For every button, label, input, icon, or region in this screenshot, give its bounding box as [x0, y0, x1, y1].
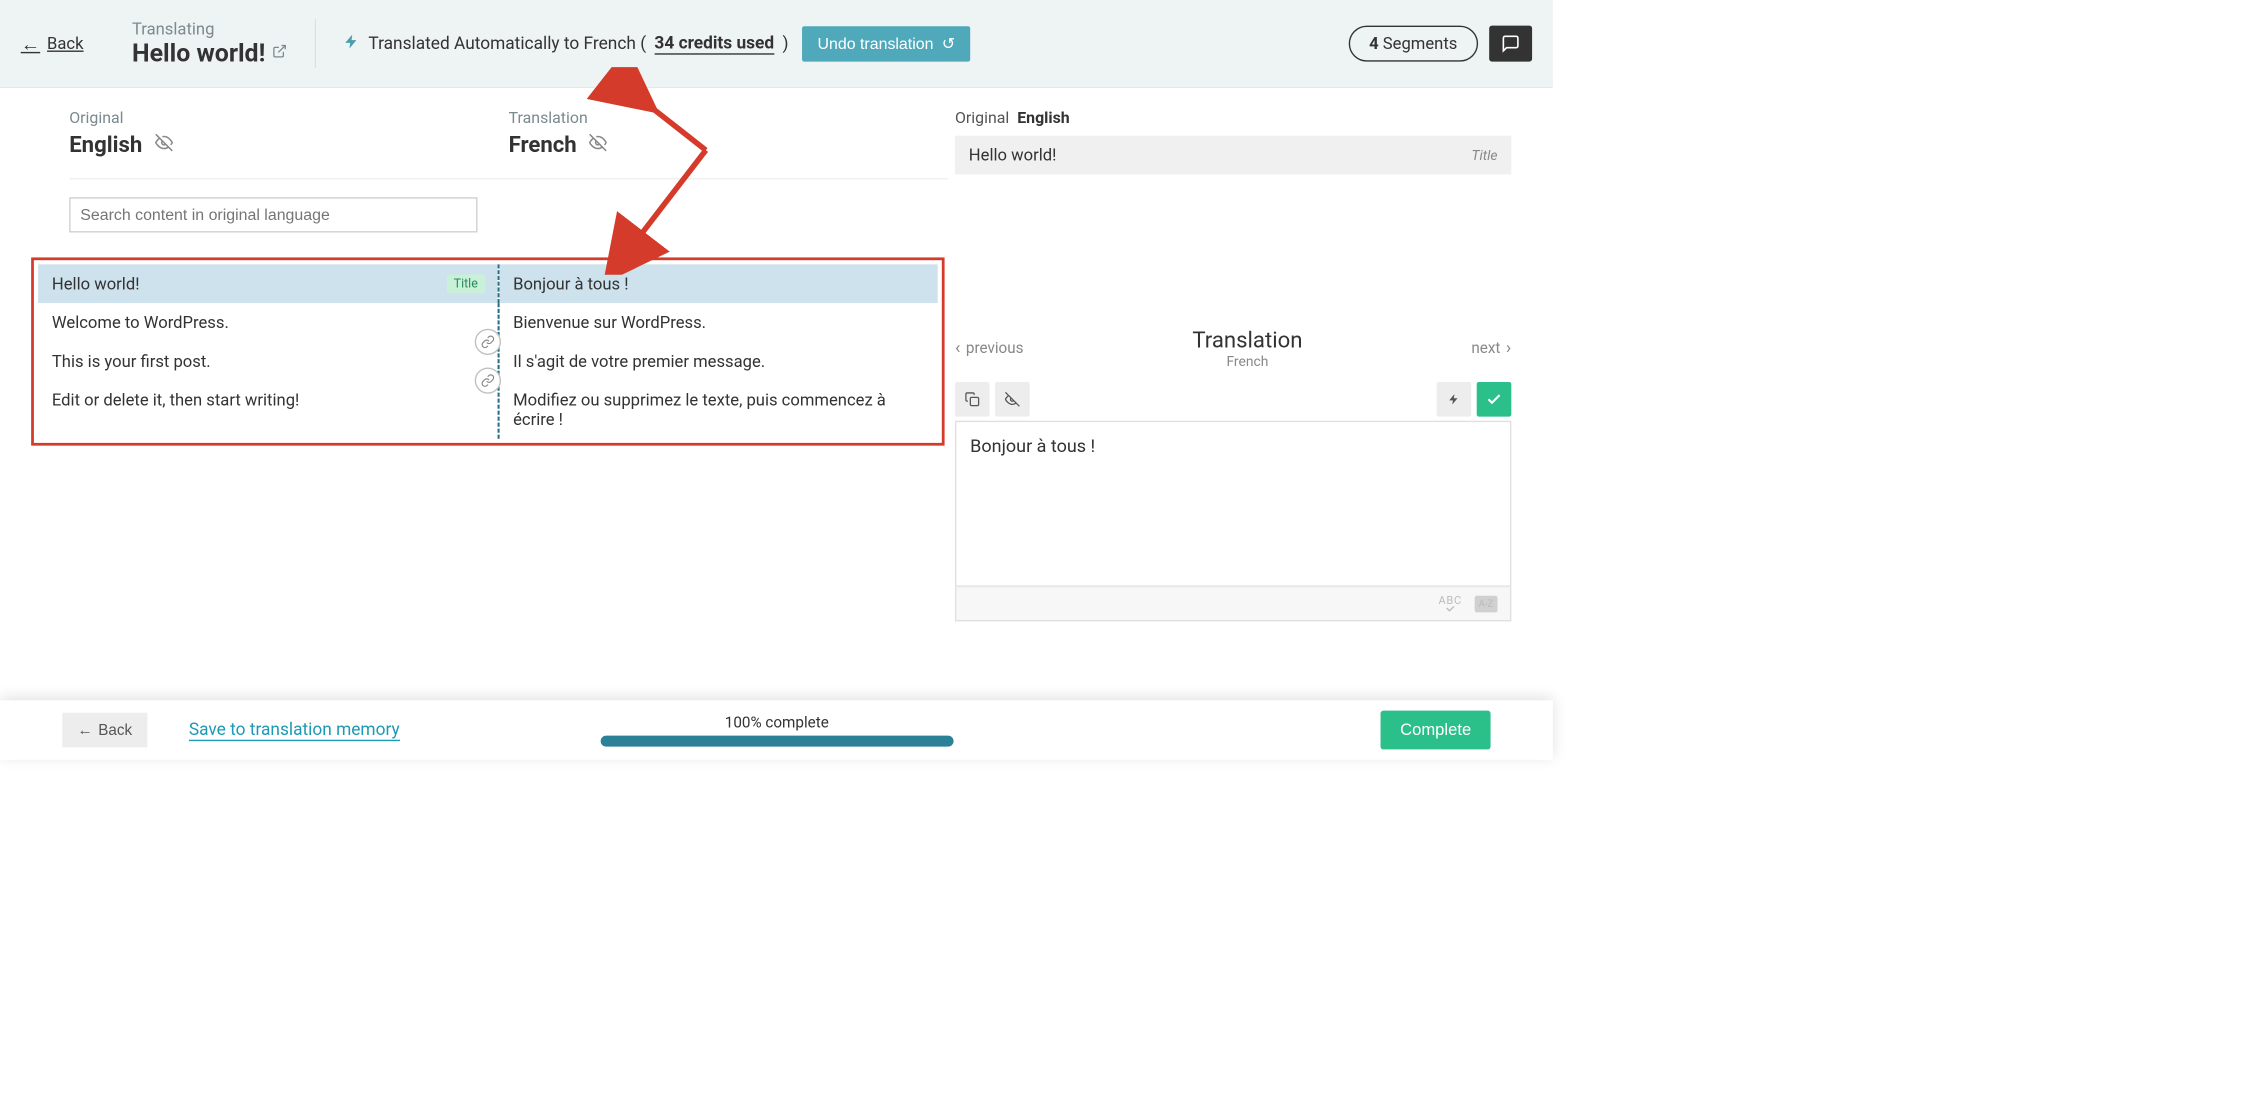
- back-link[interactable]: ← Back: [21, 32, 84, 55]
- translation-textarea[interactable]: Bonjour à tous !: [955, 421, 1511, 587]
- eye-off-icon[interactable]: [589, 134, 607, 156]
- title-text: Hello world!: [132, 39, 265, 68]
- next-button[interactable]: next ›: [1471, 338, 1511, 359]
- accept-button[interactable]: [1477, 382, 1512, 417]
- link-icon[interactable]: [475, 329, 501, 355]
- credits-used: 34 credits used: [654, 33, 774, 54]
- translation-heading-block: Translation French: [1023, 327, 1471, 370]
- eye-off-icon[interactable]: [155, 134, 173, 156]
- progress-label: 100% complete: [725, 714, 829, 731]
- segments-pill[interactable]: 4 Segments: [1348, 26, 1478, 62]
- footer-back-label: Back: [98, 721, 132, 739]
- segment-original: Edit or delete it, then start writing!: [38, 381, 497, 439]
- auto-msg-prefix: Translated Automatically to French (: [368, 34, 646, 54]
- progress-bar: [600, 735, 953, 746]
- segments-label: Segments: [1383, 34, 1458, 53]
- original-text-box: Hello world! Title: [955, 136, 1511, 175]
- original-text: Hello world!: [969, 145, 1057, 164]
- footer-back-button[interactable]: ← Back: [62, 713, 147, 748]
- original-lang-header: Original English: [69, 109, 508, 158]
- header-bar: ← Back Translating Hello world! Translat…: [0, 0, 1553, 88]
- segment-row[interactable]: Welcome to WordPress.Bienvenue sur WordP…: [38, 303, 938, 342]
- right-panel: Original English Hello world! Title ‹ pr…: [948, 109, 1553, 701]
- arrow-left-icon: ←: [78, 721, 93, 739]
- progress-wrap: 100% complete: [600, 714, 953, 747]
- segment-translation: Modifiez ou supprimez le texte, puis com…: [499, 381, 937, 439]
- title-block: Translating Hello world!: [132, 19, 316, 67]
- chat-button[interactable]: [1489, 26, 1532, 62]
- bolt-icon[interactable]: [1437, 382, 1472, 417]
- original-lang: English: [69, 131, 142, 157]
- complete-button[interactable]: Complete: [1381, 711, 1491, 750]
- bolt-icon: [344, 32, 361, 55]
- page-title: Hello world!: [132, 39, 287, 68]
- segment-translation: Il s'agit de votre premier message.: [499, 342, 937, 381]
- eye-off-icon[interactable]: [995, 382, 1030, 417]
- title-tag: Title: [1471, 147, 1497, 164]
- segment-original: This is your first post.: [38, 342, 497, 381]
- next-label: next: [1471, 339, 1500, 356]
- undo-label: Undo translation: [818, 34, 934, 53]
- segments-count: 4: [1369, 34, 1379, 53]
- segment-original: Welcome to WordPress.: [38, 303, 497, 342]
- translation-heading-lang: French: [1023, 353, 1471, 370]
- search-input[interactable]: [69, 197, 477, 232]
- segment-translation: Bonjour à tous !: [499, 264, 937, 303]
- glossary-icon[interactable]: A-Z: [1474, 595, 1497, 612]
- left-panel: Original English Translation French: [0, 109, 948, 701]
- translation-lang-header: Translation French: [509, 109, 948, 158]
- previous-button[interactable]: ‹ previous: [955, 338, 1023, 359]
- right-original-label: Original English: [955, 109, 1511, 128]
- spellcheck-icon[interactable]: ABC: [1439, 596, 1462, 611]
- arrow-left-icon: ←: [21, 32, 40, 55]
- translation-label: Translation: [509, 109, 948, 128]
- title-badge: Title: [447, 274, 485, 293]
- back-label: Back: [47, 34, 83, 53]
- undo-translation-button[interactable]: Undo translation ↺: [802, 26, 970, 61]
- copy-icon[interactable]: [955, 382, 990, 417]
- title-overline: Translating: [132, 19, 287, 38]
- translation-heading: Translation: [1023, 327, 1471, 353]
- chevron-right-icon: ›: [1506, 338, 1511, 359]
- right-original-lang: English: [1017, 109, 1069, 128]
- auto-translate-message: Translated Automatically to French ( 34 c…: [344, 32, 789, 55]
- link-icon[interactable]: [475, 367, 501, 393]
- external-link-icon[interactable]: [272, 44, 287, 63]
- auto-msg-suffix: ): [782, 34, 788, 54]
- save-translation-memory-link[interactable]: Save to translation memory: [189, 719, 400, 740]
- footer-bar: ← Back Save to translation memory 100% c…: [0, 700, 1553, 760]
- undo-icon: ↺: [942, 34, 955, 53]
- previous-label: previous: [966, 339, 1024, 356]
- segment-translation: Bienvenue sur WordPress.: [499, 303, 937, 342]
- editor-footer: ABC A-Z: [955, 587, 1511, 622]
- chevron-left-icon: ‹: [955, 338, 960, 359]
- segments-box: Hello world!TitleBonjour à tous !Welcome…: [31, 257, 944, 445]
- segment-row[interactable]: Hello world!TitleBonjour à tous !: [38, 264, 938, 303]
- translation-lang: French: [509, 131, 577, 157]
- translation-text: Bonjour à tous !: [970, 436, 1095, 457]
- original-label: Original: [69, 109, 508, 128]
- segment-original: Hello world!Title: [38, 264, 497, 303]
